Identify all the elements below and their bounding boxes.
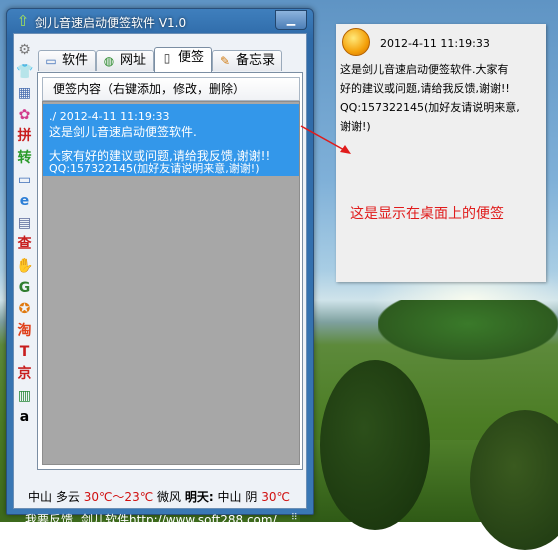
tab-notes[interactable]: ▯ 便签 [154,47,212,72]
note-icon: ▯ [163,50,171,65]
annotation-arrow [300,125,351,154]
tab-label: 便签 [178,50,205,65]
arrow-head-icon [340,145,351,154]
arrow-line [300,125,347,152]
